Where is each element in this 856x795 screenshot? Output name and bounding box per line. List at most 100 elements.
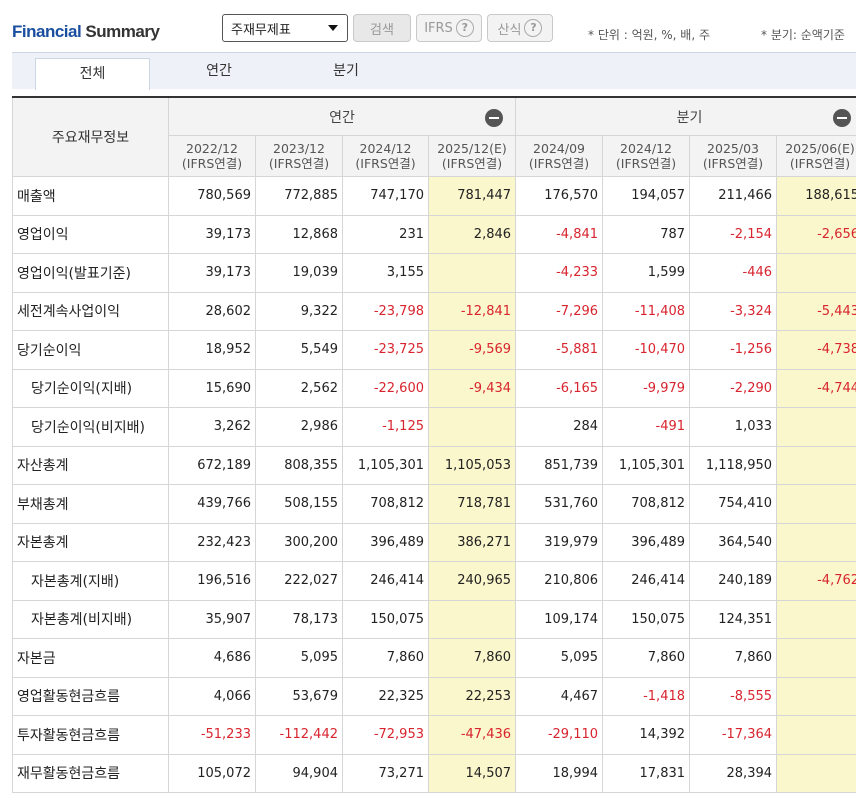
table-cell: 386,271 bbox=[427, 522, 517, 562]
table-cell: -6,165 bbox=[515, 368, 604, 408]
row-label: 영업활동현금흐름 bbox=[12, 676, 169, 716]
row-label: 자본총계 bbox=[12, 522, 169, 562]
table-cell: 508,155 bbox=[255, 484, 343, 524]
table-row: 당기순이익(비지배) 3,262 2,986 -1,125 284 -491 1,033 bbox=[12, 407, 856, 447]
table-cell: 1,105,301 bbox=[602, 445, 691, 485]
table-cell: 188,615 bbox=[776, 176, 856, 216]
column-period: 2024/12 bbox=[359, 141, 412, 156]
table-cell: 194,057 bbox=[602, 176, 691, 216]
table-cell: 94,904 bbox=[255, 753, 343, 793]
table-cell: 364,540 bbox=[689, 522, 778, 562]
table-cell: 124,351 bbox=[689, 599, 778, 639]
table-cell: 240,189 bbox=[689, 561, 778, 601]
table-cell: 150,075 bbox=[602, 599, 691, 639]
table-cell bbox=[776, 638, 856, 678]
column-basis: (IFRS연결) bbox=[181, 156, 243, 171]
table-cell: 35,907 bbox=[168, 599, 256, 639]
table-cell bbox=[427, 407, 517, 447]
quarter-note: * 분기: 순액기준 bbox=[761, 28, 845, 42]
table-cell: 531,760 bbox=[515, 484, 604, 524]
table-cell: 7,860 bbox=[342, 638, 429, 678]
statement-type-select[interactable]: 주재무제표 bbox=[222, 14, 348, 42]
table-cell: -8,555 bbox=[689, 676, 778, 716]
table-cell bbox=[776, 676, 856, 716]
table-row: 자본금 4,686 5,095 7,860 7,860 5,095 7,860 7,860 bbox=[12, 638, 856, 678]
column-period: 2023/12 bbox=[273, 141, 325, 156]
table-cell: 808,355 bbox=[255, 445, 343, 485]
period-tabs: 전체 연간 분기 bbox=[12, 52, 856, 90]
table-cell: 1,599 bbox=[602, 253, 691, 293]
table-cell: 78,173 bbox=[255, 599, 343, 639]
table-cell: -112,442 bbox=[255, 715, 343, 755]
column-basis: (IFRS연결) bbox=[789, 156, 851, 171]
table-row: 자산총계 672,189 808,355 1,105,301 1,105,053 851,… bbox=[12, 445, 856, 485]
collapse-annual-icon[interactable] bbox=[485, 109, 504, 127]
table-cell bbox=[427, 599, 517, 639]
ifrs-help-button[interactable]: IFRS ? bbox=[416, 14, 482, 42]
column-basis: (IFRS연결) bbox=[528, 156, 590, 171]
table-cell: -51,233 bbox=[168, 715, 256, 755]
table-cell: 53,679 bbox=[255, 676, 343, 716]
table-cell: 5,549 bbox=[255, 330, 343, 370]
table-row: 당기순이익(지배) 15,690 2,562 -22,600 -9,434 -6,165-… bbox=[12, 368, 856, 408]
table-cell: -12,841 bbox=[427, 291, 517, 331]
table-cell: 246,414 bbox=[602, 561, 691, 601]
row-label: 자본총계(지배) bbox=[12, 561, 169, 601]
table-cell: 73,271 bbox=[342, 753, 429, 793]
table-cell: 22,325 bbox=[342, 676, 429, 716]
table-cell bbox=[776, 484, 856, 524]
formula-help-button[interactable]: 산식 ? bbox=[487, 14, 553, 42]
table-cell: 18,952 bbox=[168, 330, 256, 370]
table-cell: -446 bbox=[689, 253, 778, 293]
table-cell: 708,812 bbox=[602, 484, 691, 524]
table-cell: 196,516 bbox=[168, 561, 256, 601]
table-cell: 109,174 bbox=[515, 599, 604, 639]
table-cell: 232,423 bbox=[168, 522, 256, 562]
table-cell: -22,600 bbox=[342, 368, 429, 408]
table-cell: 747,170 bbox=[342, 176, 429, 216]
table-cell: -2,290 bbox=[689, 368, 778, 408]
table-cell: 4,066 bbox=[168, 676, 256, 716]
table-cell: -491 bbox=[602, 407, 691, 447]
table-cell bbox=[776, 599, 856, 639]
table-cell: -5,443 bbox=[776, 291, 856, 331]
collapse-quarter-icon[interactable] bbox=[833, 109, 852, 127]
column-header: 2024/09 (IFRS연결) bbox=[515, 135, 604, 177]
column-basis: (IFRS연결) bbox=[268, 156, 330, 171]
table-cell: 210,806 bbox=[515, 561, 604, 601]
column-header: 2023/12 (IFRS연결) bbox=[255, 135, 343, 177]
table-cell: 1,105,301 bbox=[342, 445, 429, 485]
table-cell bbox=[776, 522, 856, 562]
table-row: 투자활동현금흐름 -51,233 -112,442 -72,953 -47,436 -29… bbox=[12, 715, 856, 755]
column-period: 2024/09 bbox=[533, 141, 585, 156]
table-cell: 14,392 bbox=[602, 715, 691, 755]
table-cell: 246,414 bbox=[342, 561, 429, 601]
financial-summary-table: 주요재무정보 연간 분기 2022/12 (IFRS연결) 2023/12 (IFRS… bbox=[12, 96, 856, 793]
table-cell: -23,725 bbox=[342, 330, 429, 370]
column-header: 2022/12 (IFRS연결) bbox=[168, 135, 256, 177]
tab-annual[interactable]: 연간 bbox=[184, 53, 254, 90]
chevron-down-icon bbox=[328, 25, 338, 31]
row-label: 자본총계(비지배) bbox=[12, 599, 169, 639]
table-cell: -11,408 bbox=[602, 291, 691, 331]
tab-quarter[interactable]: 분기 bbox=[311, 53, 381, 90]
tab-all[interactable]: 전체 bbox=[35, 58, 150, 90]
table-cell: -7,296 bbox=[515, 291, 604, 331]
table-cell: 150,075 bbox=[342, 599, 429, 639]
table-row: 영업활동현금흐름 4,066 53,679 22,325 22,253 4,467 -1,4… bbox=[12, 676, 856, 716]
table-cell: 28,394 bbox=[689, 753, 778, 793]
table-cell: -17,364 bbox=[689, 715, 778, 755]
column-period: 2024/12 bbox=[620, 141, 672, 156]
table-cell bbox=[776, 715, 856, 755]
title-summary: Summary bbox=[85, 22, 160, 41]
table-cell: 1,033 bbox=[689, 407, 778, 447]
table-cell: 14,507 bbox=[427, 753, 517, 793]
table-cell: 105,072 bbox=[168, 753, 256, 793]
table-cell: 7,860 bbox=[427, 638, 517, 678]
table-cell: 300,200 bbox=[255, 522, 343, 562]
table-cell bbox=[776, 253, 856, 293]
search-button[interactable]: 검색 bbox=[353, 14, 411, 42]
table-cell: 231 bbox=[342, 214, 429, 254]
table-cell: 211,466 bbox=[689, 176, 778, 216]
row-label: 영업이익 bbox=[12, 214, 169, 254]
